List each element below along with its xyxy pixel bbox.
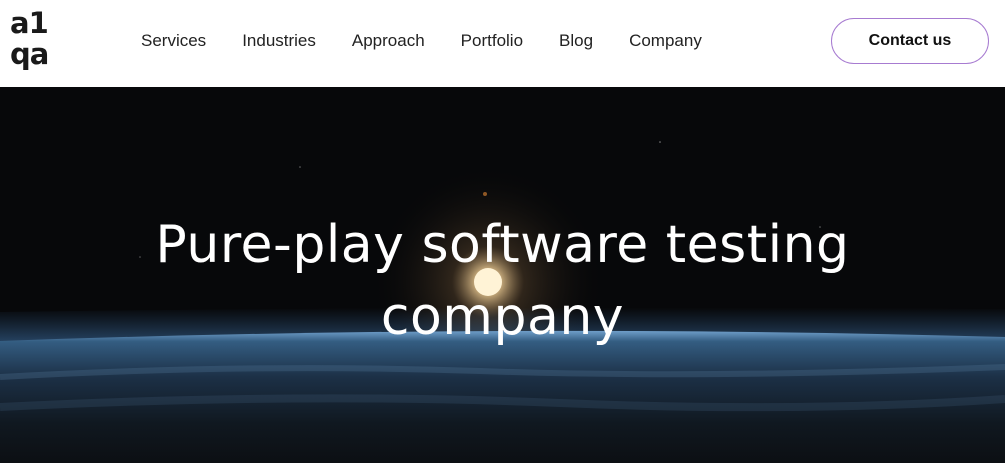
logo-line-1: a1 <box>10 6 49 40</box>
hero-title-line-2: company <box>380 287 625 347</box>
nav-company[interactable]: Company <box>629 30 702 52</box>
nav-blog[interactable]: Blog <box>559 30 593 52</box>
hero-title-line-1: Pure-play software testing <box>155 215 850 275</box>
nav-approach[interactable]: Approach <box>352 30 425 52</box>
site-header: a1 qa Services Industries Approach Portf… <box>0 0 1005 87</box>
a1qa-logo[interactable]: a1 qa <box>10 8 58 78</box>
nav-industries[interactable]: Industries <box>242 30 316 52</box>
nav-portfolio[interactable]: Portfolio <box>461 30 523 52</box>
logo-line-2: qa <box>10 37 49 71</box>
main-nav: Services Industries Approach Portfolio B… <box>141 30 702 52</box>
hero-banner: Pure-play software testing company <box>0 87 1005 463</box>
hero-title: Pure-play software testing company <box>0 209 1005 353</box>
nav-services[interactable]: Services <box>141 30 206 52</box>
contact-us-button[interactable]: Contact us <box>831 18 989 64</box>
